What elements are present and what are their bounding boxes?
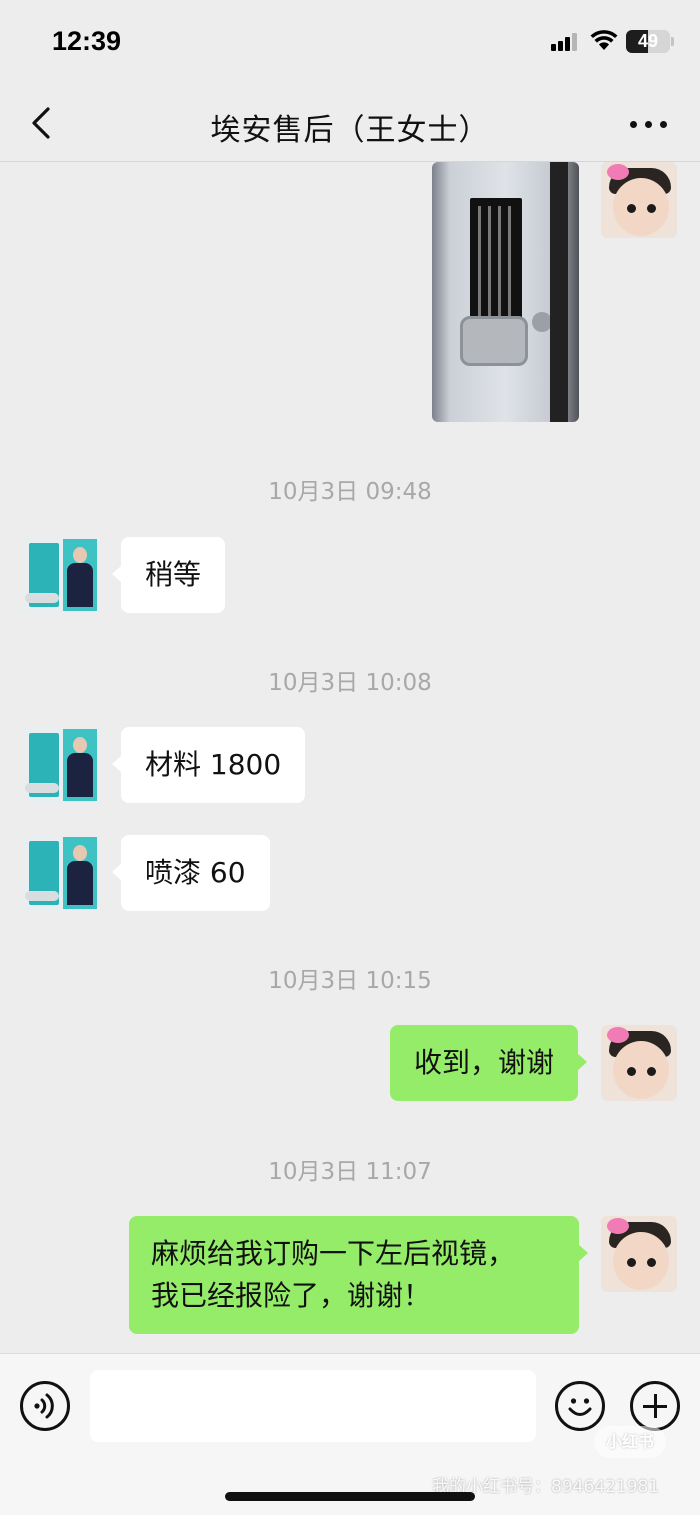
- battery-cap: [671, 37, 674, 46]
- my-avatar[interactable]: [601, 1216, 677, 1292]
- image-message[interactable]: [432, 162, 579, 422]
- message-input[interactable]: [90, 1370, 536, 1442]
- door-latch-image: [460, 316, 528, 366]
- incoming-message-bubble[interactable]: 喷漆 60: [112, 835, 270, 911]
- chat-header: 埃安售后（王女士）: [0, 85, 700, 162]
- my-avatar[interactable]: [601, 162, 677, 238]
- message-line: 我已经报险了，谢谢！: [151, 1279, 432, 1312]
- message-line: 麻烦给我订购一下左后视镜，: [151, 1237, 516, 1270]
- emoji-icon[interactable]: [555, 1381, 605, 1431]
- timestamp: 10月3日 09:48: [268, 479, 432, 505]
- incoming-message-bubble[interactable]: 稍等: [111, 537, 226, 613]
- battery-icon: 49: [626, 30, 670, 53]
- status-bar: 12:39 49: [0, 0, 700, 85]
- input-bar: 小红书 我的小红书号：8946421981: [0, 1353, 700, 1515]
- vin-label-image: [470, 198, 522, 324]
- agent-avatar[interactable]: [23, 835, 99, 911]
- voice-icon[interactable]: [20, 1381, 70, 1431]
- status-time: 12:39: [52, 26, 122, 56]
- outgoing-message-bubble[interactable]: 麻烦给我订购一下左后视镜， 我已经报险了，谢谢！: [129, 1216, 588, 1334]
- battery-level: 49: [637, 31, 659, 51]
- agent-avatar[interactable]: [23, 537, 99, 613]
- chat-title: 埃安售后（王女士）: [210, 113, 490, 148]
- plus-icon[interactable]: [630, 1381, 680, 1431]
- agent-avatar[interactable]: [23, 727, 99, 803]
- timestamp: 10月3日 10:15: [268, 968, 432, 994]
- bolt-image: [532, 312, 552, 332]
- more-icon[interactable]: [624, 107, 674, 141]
- my-avatar[interactable]: [601, 1025, 677, 1101]
- watermark-logo: 小红书: [594, 1426, 666, 1458]
- timestamp: 10月3日 11:07: [268, 1159, 432, 1185]
- signal-icon: [551, 33, 579, 51]
- door-frame-image: [550, 162, 568, 422]
- wifi-icon: [590, 30, 618, 50]
- timestamp: 10月3日 10:08: [268, 670, 432, 696]
- outgoing-message-bubble[interactable]: 收到，谢谢: [389, 1025, 588, 1101]
- incoming-message-bubble[interactable]: 材料 1800: [111, 727, 306, 803]
- home-indicator[interactable]: [225, 1492, 475, 1501]
